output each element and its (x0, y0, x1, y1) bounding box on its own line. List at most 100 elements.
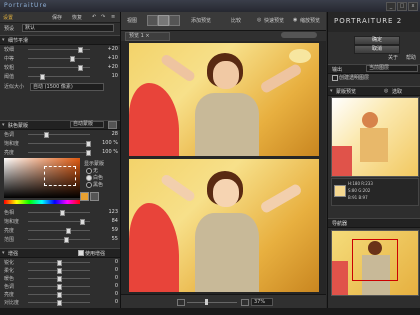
zoom-preview-radio[interactable]: ◉ (293, 17, 297, 23)
slider-value[interactable]: 84 (96, 218, 118, 224)
navigator-viewport-box[interactable] (352, 239, 398, 281)
slider-track[interactable] (28, 58, 90, 59)
slider-knob[interactable] (60, 210, 65, 216)
slider-row[interactable]: 色相 123 (0, 209, 120, 216)
slider-track[interactable] (28, 76, 90, 77)
preview-scrollbar[interactable] (281, 32, 317, 38)
compare-button[interactable]: 比较 (231, 17, 241, 24)
save-button[interactable]: 保存 (52, 14, 62, 21)
slider-row[interactable]: 色调 28 (0, 131, 120, 138)
split-view-icon[interactable] (158, 15, 169, 26)
slider-row[interactable]: 较粗 +20 (0, 64, 120, 71)
slider-row[interactable]: 较细 +20 (0, 46, 120, 53)
slider-track[interactable] (28, 212, 90, 213)
slider-value[interactable]: +20 (96, 46, 118, 52)
navigator-thumbnail[interactable] (331, 230, 419, 296)
close-button[interactable]: x (408, 2, 418, 11)
add-preview-button[interactable]: 添加预览 (191, 17, 211, 24)
slider-knob[interactable] (86, 150, 91, 156)
ok-button[interactable]: 确定 (354, 36, 400, 45)
minimize-button[interactable]: _ (386, 2, 396, 11)
section-navigator[interactable]: 导航器 (328, 218, 420, 228)
slider-track[interactable] (28, 230, 90, 231)
size-dropdown[interactable]: 自动 (1500 像素) (30, 83, 104, 91)
slider-track[interactable] (28, 152, 90, 153)
mask-toggle-icon[interactable] (108, 121, 117, 129)
slider-row[interactable]: 柔化 0 (0, 267, 120, 274)
tab-preview-1[interactable]: 预览 1 × (125, 32, 170, 41)
pick-icon[interactable]: ◎ (384, 88, 388, 94)
eyedropper-icon[interactable] (80, 192, 89, 201)
section-smooth[interactable]: ▾ 细节平滑 (0, 35, 120, 45)
original-photo[interactable] (129, 43, 319, 156)
new-layer-checkbox[interactable] (332, 75, 338, 81)
retouched-photo[interactable] (129, 159, 319, 292)
slider-knob[interactable] (78, 47, 83, 53)
slider-track[interactable] (28, 143, 90, 144)
section-skin[interactable]: ▾ 肤色蒙版 自动蒙版 (0, 120, 120, 130)
color-picker-field[interactable] (4, 158, 80, 198)
slider-knob[interactable] (40, 74, 45, 80)
slider-knob[interactable] (57, 300, 62, 306)
slider-value[interactable]: +10 (96, 55, 118, 61)
slider-value[interactable]: 0 (96, 283, 118, 289)
slider-track[interactable] (28, 239, 90, 240)
maximize-button[interactable]: □ (397, 2, 407, 11)
zoom-slider-track[interactable] (187, 302, 237, 303)
mask-option-radio[interactable] (86, 182, 92, 188)
slider-knob[interactable] (57, 276, 62, 282)
menu-icon[interactable]: ≡ (111, 14, 115, 20)
cancel-button[interactable]: 取消 (354, 45, 400, 54)
slider-value[interactable]: 10 (96, 73, 118, 79)
slider-value[interactable]: +20 (96, 64, 118, 70)
slider-knob[interactable] (78, 65, 83, 71)
undo-icon[interactable]: ↶ (92, 14, 96, 20)
slider-value[interactable]: 0 (96, 267, 118, 273)
output-dropdown[interactable]: 当前图层 (366, 65, 418, 72)
slider-knob[interactable] (70, 56, 75, 62)
slider-knob[interactable] (44, 132, 49, 138)
slider-value[interactable]: 0 (96, 259, 118, 265)
slider-row[interactable]: 饱和度 100 % (0, 140, 120, 147)
enhance-checkbox[interactable] (78, 250, 84, 256)
help-link[interactable]: 帮助 (406, 54, 416, 61)
zoom-fit-icon[interactable] (177, 299, 185, 306)
skin-mode-dropdown[interactable]: 自动蒙版 (70, 121, 104, 128)
zoom-dropdown[interactable]: 37% (251, 298, 273, 306)
slider-value[interactable]: 100 % (96, 140, 118, 146)
redo-icon[interactable]: ↷ (101, 14, 105, 20)
slider-value[interactable]: 59 (96, 227, 118, 233)
slider-value[interactable]: 0 (96, 291, 118, 297)
slider-row[interactable]: 亮度 59 (0, 227, 120, 234)
slider-value[interactable]: 28 (96, 131, 118, 137)
slider-knob[interactable] (57, 284, 62, 290)
slider-row[interactable]: 对比度 0 (0, 299, 120, 306)
slider-row[interactable]: 范围 55 (0, 236, 120, 243)
zoom-slider-knob[interactable] (205, 299, 208, 305)
slider-row[interactable]: 亮度 0 (0, 291, 120, 298)
slider-row[interactable]: 饱和度 84 (0, 218, 120, 225)
side-view-icon[interactable] (169, 15, 180, 26)
single-view-icon[interactable] (147, 15, 158, 26)
fast-preview-radio[interactable]: ◎ (257, 17, 261, 23)
slider-knob[interactable] (86, 141, 91, 147)
slider-value[interactable]: 123 (96, 209, 118, 215)
section-enhance[interactable]: ▾ 增强 使用增强 (0, 248, 120, 258)
slider-knob[interactable] (64, 237, 69, 243)
slider-knob[interactable] (66, 228, 71, 234)
pick-color-icon[interactable] (90, 192, 99, 201)
slider-row[interactable]: 色调 0 (0, 283, 120, 290)
section-mask-preview[interactable]: ▾ 蒙版预览 ◎ 选取 (328, 86, 420, 96)
slider-knob[interactable] (57, 268, 62, 274)
mask-preview-thumbnail[interactable] (331, 97, 419, 177)
mask-option-radio[interactable] (86, 175, 92, 181)
slider-knob[interactable] (57, 292, 62, 298)
about-link[interactable]: 关于 (388, 54, 398, 61)
preset-dropdown[interactable]: 默认 (22, 24, 114, 32)
mask-range-box[interactable] (44, 166, 76, 186)
slider-knob[interactable] (80, 219, 85, 225)
slider-knob[interactable] (57, 260, 62, 266)
zoom-in-icon[interactable] (241, 299, 249, 306)
slider-row[interactable]: 亮度 100 % (0, 149, 120, 156)
slider-row[interactable]: 阈值 10 (0, 73, 120, 80)
